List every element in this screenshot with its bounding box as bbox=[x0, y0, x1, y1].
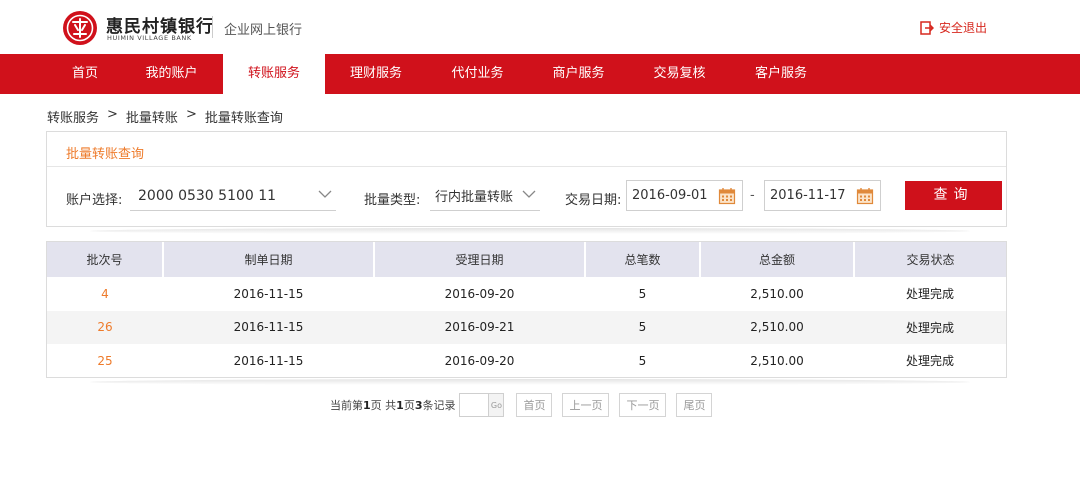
date-to-value: 2016-11-17 bbox=[770, 188, 846, 203]
logout-button[interactable]: 安全退出 bbox=[920, 19, 987, 36]
total-amount-cell: 2,510.00 bbox=[700, 310, 854, 344]
pager-current-page: 1 bbox=[363, 398, 371, 412]
accept-date-cell: 2016-09-20 bbox=[444, 353, 515, 368]
breadcrumb-separator: > bbox=[107, 107, 118, 122]
date-to-input[interactable]: 2016-11-17 bbox=[764, 180, 881, 211]
column-header-status: 交易状态 bbox=[854, 242, 1006, 277]
results-table-container: 批次号 制单日期 受理日期 总笔数 总金额 交易状态 4 2016-11-15 … bbox=[46, 241, 1007, 378]
nav-item-home[interactable]: 首页 bbox=[50, 54, 120, 94]
breadcrumb-transfer[interactable]: 转账服务 bbox=[47, 107, 99, 126]
query-panel: 批量转账查询 bbox=[46, 131, 1007, 227]
pager-total-pages: 1 bbox=[396, 398, 404, 412]
batch-no-link[interactable]: 26 bbox=[47, 310, 163, 344]
nav-item-review[interactable]: 交易复核 bbox=[629, 54, 730, 94]
nav-item-transfer[interactable]: 转账服务 bbox=[223, 54, 325, 94]
create-date-cell: 2016-11-15 bbox=[163, 310, 374, 344]
batch-type-value: 行内批量转账 bbox=[435, 190, 514, 205]
chevron-down-icon bbox=[318, 190, 332, 198]
total-amount-cell: 2,510.00 bbox=[750, 353, 804, 368]
nav-item-my-account[interactable]: 我的账户 bbox=[120, 54, 223, 94]
logout-icon bbox=[920, 20, 934, 35]
create-date-cell: 2016-11-15 bbox=[233, 353, 304, 368]
column-header-accept-date: 受理日期 bbox=[374, 242, 586, 277]
query-button[interactable]: 查询 bbox=[905, 181, 1002, 210]
nav-item-payment-agency[interactable]: 代付业务 bbox=[427, 54, 528, 94]
panel-title: 批量转账查询 bbox=[66, 147, 145, 162]
panel-shadow bbox=[90, 228, 970, 234]
batch-type-select[interactable]: 行内批量转账 bbox=[430, 181, 540, 211]
main-nav: 首页 我的账户 转账服务 理财服务 代付业务 商户服务 交易复核 客户服务 bbox=[0, 54, 1080, 94]
page-jump: Go bbox=[459, 393, 505, 417]
batch-no-link[interactable]: 4 bbox=[47, 277, 163, 311]
table-shadow bbox=[90, 379, 970, 385]
site-subtitle: 企业网上银行 bbox=[224, 23, 303, 38]
prev-page-button[interactable]: 上一页 bbox=[562, 393, 610, 417]
account-value: 2000 0530 5100 11 bbox=[138, 187, 277, 204]
account-label: 账户选择: bbox=[66, 193, 123, 208]
column-header-create-date: 制单日期 bbox=[163, 242, 375, 277]
page-number-input[interactable] bbox=[459, 393, 490, 417]
breadcrumb-current: 批量转账查询 bbox=[204, 111, 283, 126]
last-page-button[interactable]: 尾页 bbox=[676, 393, 713, 417]
date-range-separator: - bbox=[750, 188, 755, 203]
pager-text-records: 条记录 bbox=[422, 399, 456, 412]
total-count-cell: 5 bbox=[638, 353, 647, 368]
calendar-icon[interactable] bbox=[718, 187, 736, 205]
date-from-value: 2016-09-01 bbox=[632, 188, 708, 203]
total-count-cell: 5 bbox=[585, 310, 700, 344]
first-page-button[interactable]: 首页 bbox=[516, 393, 553, 417]
table-header-row: 批次号 制单日期 受理日期 总笔数 总金额 交易状态 bbox=[47, 242, 1006, 277]
create-date-cell: 2016-11-15 bbox=[233, 286, 304, 301]
total-count-cell: 5 bbox=[638, 286, 647, 301]
table-row: 26 2016-11-15 2016-09-21 5 2,510.00 处理完成 bbox=[47, 310, 1006, 344]
nav-item-wealth[interactable]: 理财服务 bbox=[325, 54, 427, 94]
chevron-down-icon bbox=[522, 190, 536, 198]
status-cell: 处理完成 bbox=[854, 310, 1006, 344]
pager-text-total: 页 共 bbox=[370, 399, 397, 412]
column-header-total-amount: 总金额 bbox=[700, 242, 855, 277]
next-page-button[interactable]: 下一页 bbox=[619, 393, 667, 417]
go-button[interactable]: Go bbox=[489, 393, 505, 417]
status-cell: 处理完成 bbox=[905, 354, 954, 369]
nav-item-merchant[interactable]: 商户服务 bbox=[528, 54, 629, 94]
date-from-input[interactable]: 2016-09-01 bbox=[626, 180, 743, 211]
header-divider bbox=[212, 16, 213, 38]
panel-divider bbox=[47, 166, 1006, 167]
pager-total-records: 3 bbox=[414, 398, 423, 412]
bank-name-en: HUIMIN VILLAGE BANK bbox=[107, 34, 192, 42]
column-header-total-count: 总笔数 bbox=[585, 242, 701, 277]
pagination: 当前第 1 页 共 1 页 3 条记录 Go 首页 上一页 下一页 尾页 bbox=[330, 393, 713, 417]
status-cell: 处理完成 bbox=[905, 287, 954, 302]
column-header-batch-no: 批次号 bbox=[47, 242, 164, 277]
breadcrumb-batch-transfer[interactable]: 批量转账 bbox=[126, 107, 178, 126]
bank-logo-icon bbox=[63, 11, 97, 45]
account-select[interactable]: 2000 0530 5100 11 bbox=[130, 181, 336, 211]
pager-text-current: 当前第 bbox=[330, 399, 363, 412]
results-table: 批次号 制单日期 受理日期 总笔数 总金额 交易状态 4 2016-11-15 … bbox=[47, 242, 1006, 378]
accept-date-cell: 2016-09-20 bbox=[444, 286, 515, 301]
breadcrumb-separator: > bbox=[185, 107, 197, 122]
batch-no-link[interactable]: 25 bbox=[47, 344, 163, 378]
header: 惠民村镇银行 HUIMIN VILLAGE BANK 企业网上银行 安全退出 bbox=[0, 0, 1080, 54]
table-row: 4 2016-11-15 2016-09-20 5 2,510.00 处理完成 bbox=[47, 277, 1006, 311]
logout-label: 安全退出 bbox=[939, 21, 988, 35]
accept-date-cell: 2016-09-21 bbox=[374, 310, 585, 344]
date-label: 交易日期: bbox=[565, 193, 622, 208]
type-label: 批量类型: bbox=[364, 193, 421, 208]
pager-text-page: 页 bbox=[403, 399, 415, 412]
breadcrumb: 转账服务 > 批量转账 > 批量转账查询 bbox=[47, 107, 283, 126]
table-row: 25 2016-11-15 2016-09-20 5 2,510.00 处理完成 bbox=[47, 344, 1006, 378]
calendar-icon[interactable] bbox=[856, 187, 874, 205]
nav-item-customer-service[interactable]: 客户服务 bbox=[730, 54, 832, 94]
total-amount-cell: 2,510.00 bbox=[750, 286, 804, 301]
